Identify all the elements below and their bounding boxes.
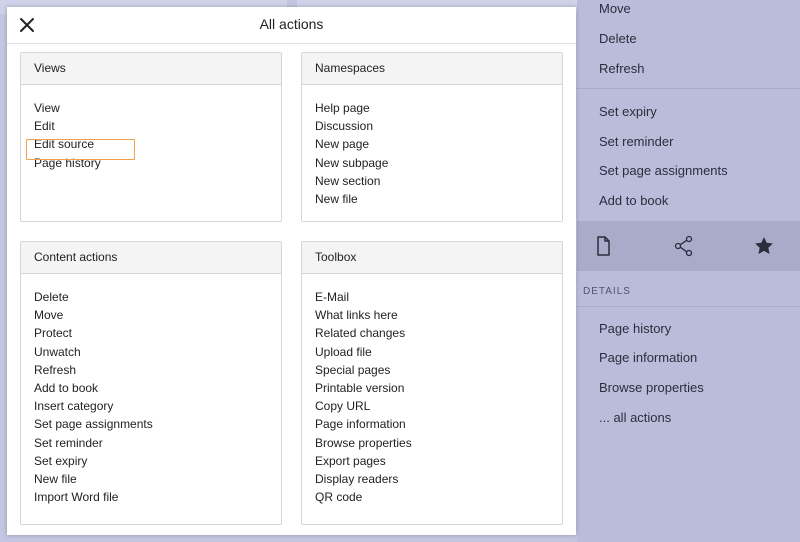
action-refresh[interactable]: Refresh <box>34 361 153 379</box>
action-list: View Edit Edit source Page history <box>34 99 101 172</box>
sidebar-link-set-expiry[interactable]: Set expiry <box>599 104 657 119</box>
action-page-information[interactable]: Page information <box>315 415 412 433</box>
sidebar-link-set-page-assignments[interactable]: Set page assignments <box>599 163 728 178</box>
right-sidebar: Move Delete Refresh Set expiry Set remin… <box>577 0 800 542</box>
sidebar-link-page-history[interactable]: Page history <box>599 321 671 336</box>
sidebar-link-all-actions[interactable]: ... all actions <box>599 410 671 425</box>
panel-heading: Views <box>21 53 281 85</box>
action-discussion[interactable]: Discussion <box>315 117 388 135</box>
panel-views: Views View Edit Edit source Page history <box>20 52 282 222</box>
action-help-page[interactable]: Help page <box>315 99 388 117</box>
action-list: Delete Move Protect Unwatch Refresh Add … <box>34 288 153 506</box>
action-set-reminder[interactable]: Set reminder <box>34 434 153 452</box>
action-related-changes[interactable]: Related changes <box>315 324 412 342</box>
action-upload-file[interactable]: Upload file <box>315 343 412 361</box>
action-what-links-here[interactable]: What links here <box>315 306 412 324</box>
sidebar-link-move[interactable]: Move <box>599 1 631 16</box>
all-actions-dialog: All actions Views View Edit Edit source … <box>7 7 576 535</box>
sidebar-link-set-reminder[interactable]: Set reminder <box>599 134 673 149</box>
sidebar-link-delete[interactable]: Delete <box>599 31 637 46</box>
sidebar-link-page-information[interactable]: Page information <box>599 350 697 365</box>
action-add-to-book[interactable]: Add to book <box>34 379 153 397</box>
action-edit[interactable]: Edit <box>34 117 101 135</box>
panel-heading: Toolbox <box>302 242 562 274</box>
action-printable-version[interactable]: Printable version <box>315 379 412 397</box>
page-icon[interactable] <box>591 234 615 258</box>
action-browse-properties[interactable]: Browse properties <box>315 434 412 452</box>
panel-content-actions: Content actions Delete Move Protect Unwa… <box>20 241 282 525</box>
action-move[interactable]: Move <box>34 306 153 324</box>
action-new-section[interactable]: New section <box>315 172 388 190</box>
action-export-pages[interactable]: Export pages <box>315 452 412 470</box>
action-view[interactable]: View <box>34 99 101 117</box>
action-protect[interactable]: Protect <box>34 324 153 342</box>
star-icon[interactable] <box>752 234 776 258</box>
sidebar-divider <box>577 306 800 307</box>
action-new-subpage[interactable]: New subpage <box>315 154 388 172</box>
share-icon[interactable] <box>672 234 696 258</box>
sidebar-icon-bar <box>577 221 800 271</box>
action-list: E-Mail What links here Related changes U… <box>315 288 412 506</box>
sidebar-link-browse-properties[interactable]: Browse properties <box>599 380 704 395</box>
action-set-expiry[interactable]: Set expiry <box>34 452 153 470</box>
panel-heading: Namespaces <box>302 53 562 85</box>
action-email[interactable]: E-Mail <box>315 288 412 306</box>
action-new-file[interactable]: New file <box>315 190 388 208</box>
dialog-title: All actions <box>259 16 324 32</box>
panel-namespaces: Namespaces Help page Discussion New page… <box>301 52 563 222</box>
action-new-file[interactable]: New file <box>34 470 153 488</box>
action-set-page-assignments[interactable]: Set page assignments <box>34 415 153 433</box>
action-insert-category[interactable]: Insert category <box>34 397 153 415</box>
details-heading: DETAILS <box>583 286 631 297</box>
panel-toolbox: Toolbox E-Mail What links here Related c… <box>301 241 563 525</box>
action-qr-code[interactable]: QR code <box>315 488 412 506</box>
sidebar-link-refresh[interactable]: Refresh <box>599 61 645 76</box>
sidebar-divider <box>577 88 800 89</box>
action-unwatch[interactable]: Unwatch <box>34 343 153 361</box>
action-list: Help page Discussion New page New subpag… <box>315 99 388 208</box>
dialog-header: All actions <box>7 7 576 44</box>
action-new-page[interactable]: New page <box>315 135 388 153</box>
action-import-word-file[interactable]: Import Word file <box>34 488 153 506</box>
action-delete[interactable]: Delete <box>34 288 153 306</box>
action-special-pages[interactable]: Special pages <box>315 361 412 379</box>
sidebar-link-add-to-book[interactable]: Add to book <box>599 193 668 208</box>
focus-highlight <box>26 139 135 160</box>
panel-heading: Content actions <box>21 242 281 274</box>
action-display-readers[interactable]: Display readers <box>315 470 412 488</box>
action-copy-url[interactable]: Copy URL <box>315 397 412 415</box>
